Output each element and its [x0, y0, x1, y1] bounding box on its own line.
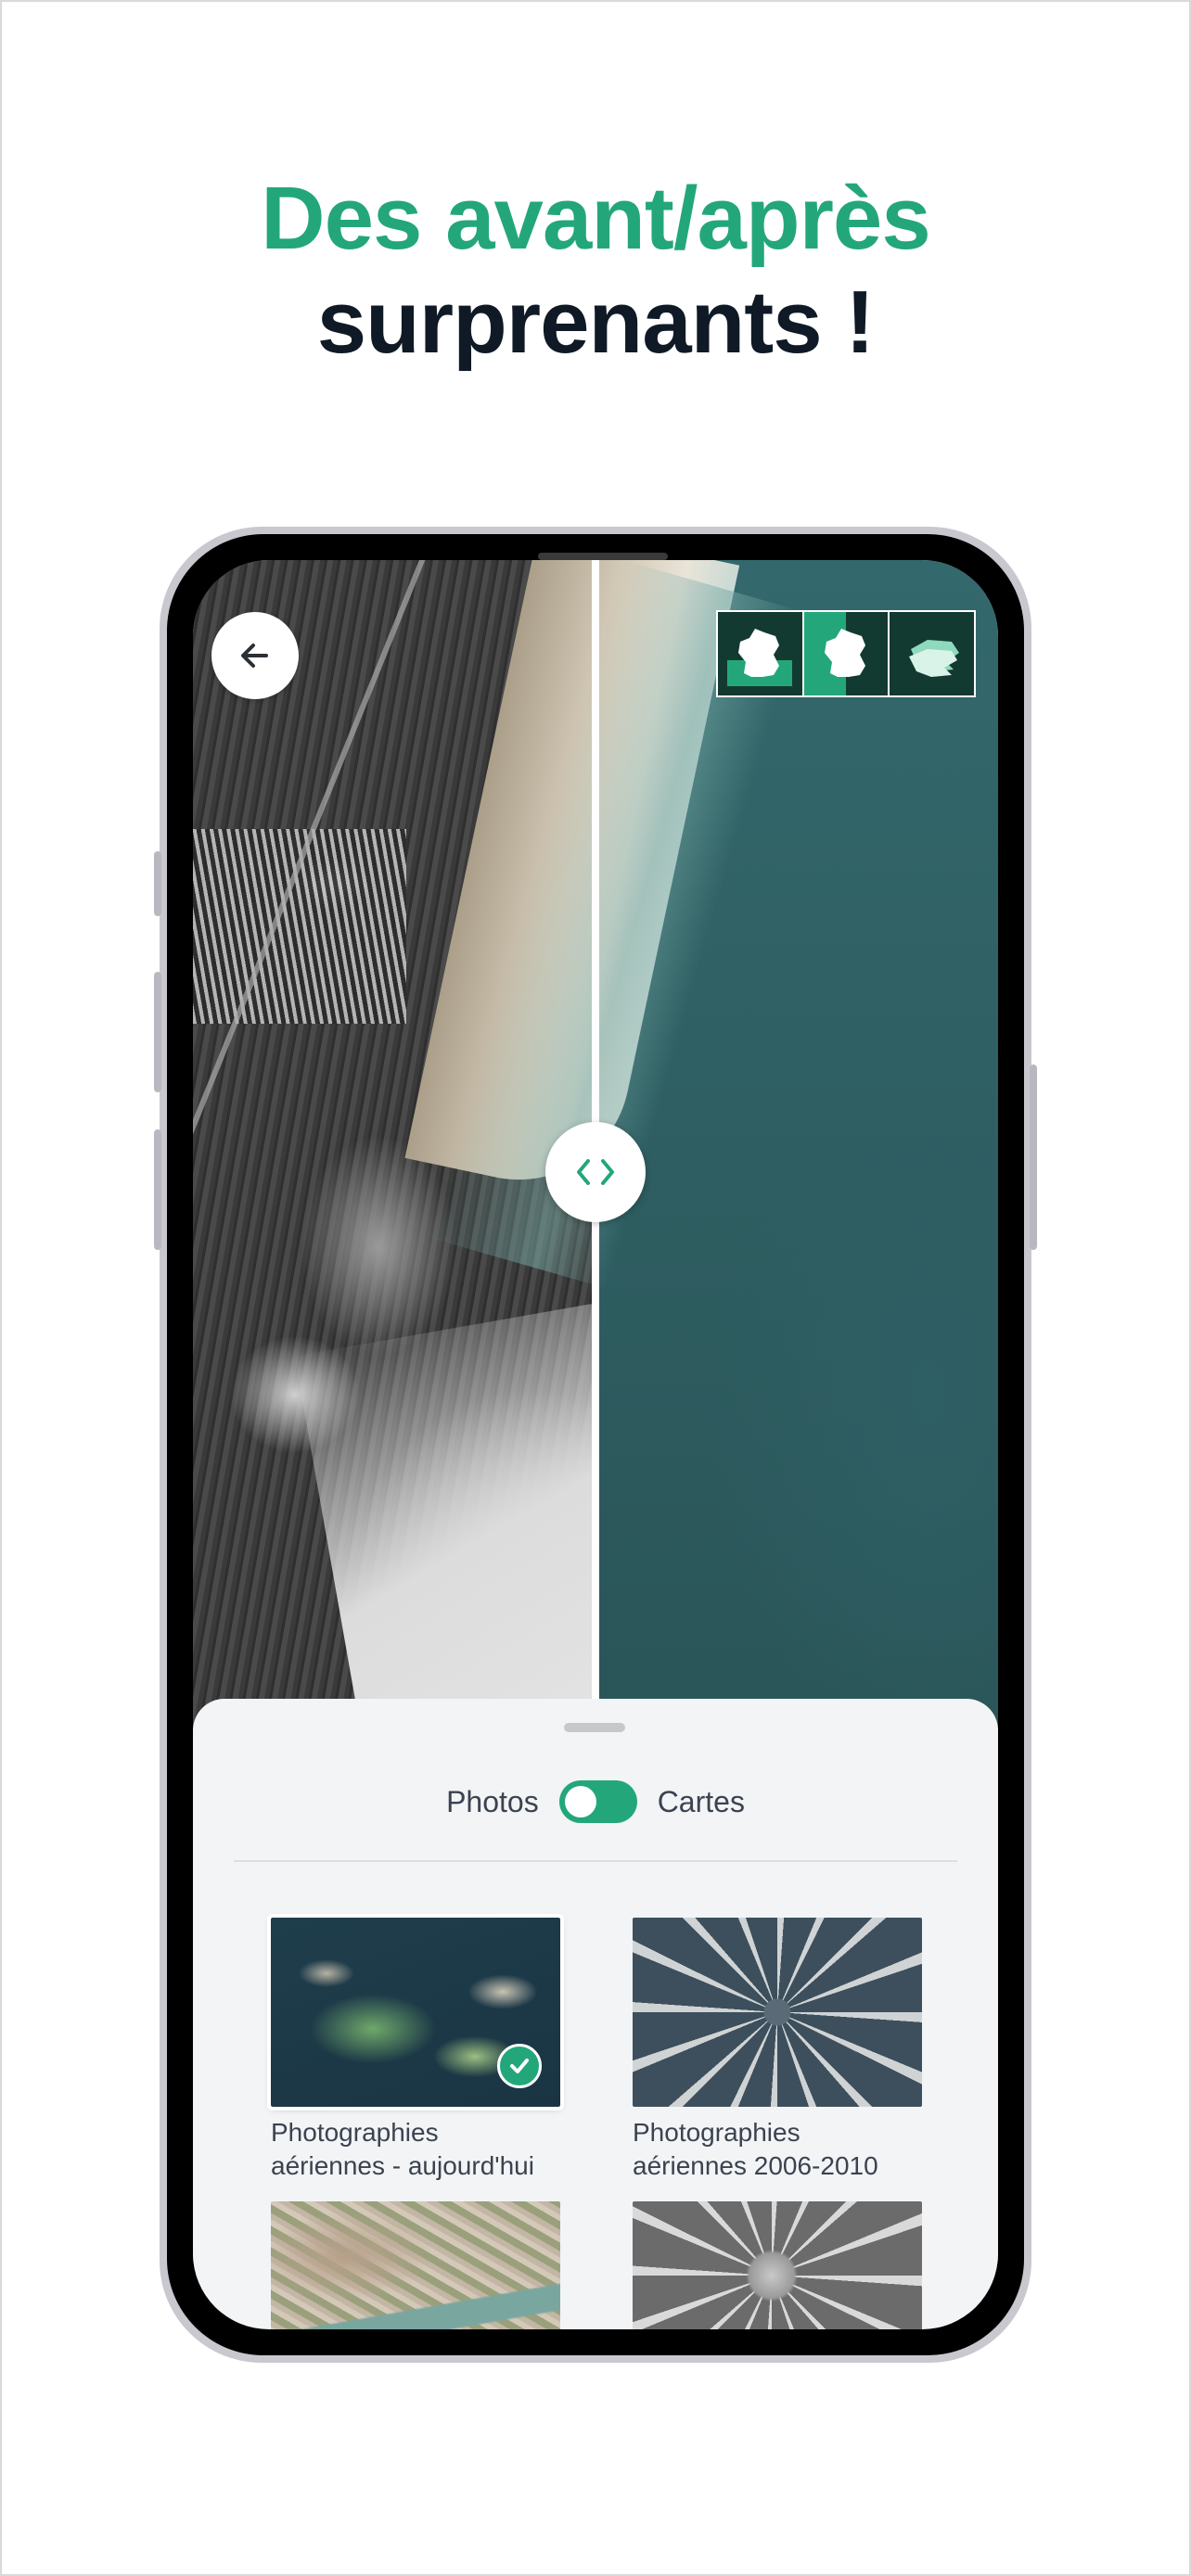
territory-option-mainland[interactable]: [718, 612, 802, 695]
layer-thumbnail[interactable]: [271, 2201, 560, 2329]
compare-map[interactable]: [193, 560, 998, 1728]
layers-bottom-sheet: Photos Cartes Photographies aériennes - …: [193, 1699, 998, 2329]
compare-slider-handle[interactable]: [545, 1122, 646, 1222]
layer-thumbnail[interactable]: [633, 2201, 922, 2329]
chevrons-left-right-icon: [577, 1159, 614, 1185]
france-mainland-icon: [727, 629, 793, 686]
sheet-divider: [234, 1860, 957, 1862]
layer-thumbnail[interactable]: [633, 1918, 922, 2107]
phone-mockup: Photos Cartes Photographies aériennes - …: [154, 527, 1037, 2363]
phone-power-button: [1030, 1065, 1037, 1250]
layer-item[interactable]: [633, 2201, 922, 2329]
mode-label-cartes[interactable]: Cartes: [658, 1785, 745, 1819]
layer-thumbnail[interactable]: [267, 1914, 564, 2111]
france-split-icon: [825, 629, 865, 677]
phone-volume-down-button: [154, 1129, 161, 1250]
mode-label-photos[interactable]: Photos: [446, 1785, 539, 1819]
layer-caption: Photographies aériennes - aujourd'hui: [271, 2116, 560, 2183]
phone-volume-up-button: [154, 972, 161, 1092]
phone-side-button: [154, 851, 161, 916]
layer-item[interactable]: Photographies aériennes - aujourd'hui: [267, 1914, 564, 2183]
headline-line-2: surprenants !: [316, 273, 875, 372]
toggle-knob: [564, 1786, 596, 1817]
layer-caption-line-1: Photographies: [271, 2118, 439, 2147]
sheet-grabber[interactable]: [564, 1723, 625, 1732]
arrow-left-icon: [241, 644, 268, 668]
layer-item[interactable]: [271, 2201, 560, 2329]
checkmark-icon: [497, 2044, 542, 2088]
map-after-current-photo: [404, 560, 998, 1728]
layer-item[interactable]: Photographies aériennes 2006-2010: [633, 1918, 922, 2183]
photos-cartes-toggle[interactable]: [558, 1780, 637, 1823]
app-screen: Photos Cartes Photographies aériennes - …: [193, 560, 998, 2329]
france-3d-icon: [908, 640, 959, 677]
back-button[interactable]: [211, 612, 299, 699]
layer-caption-line-2: aériennes 2006-2010: [633, 2151, 878, 2180]
territory-selector: [716, 610, 976, 697]
layer-caption: Photographies aériennes 2006-2010: [633, 2116, 922, 2183]
layer-caption-line-1: Photographies: [633, 2118, 800, 2147]
territory-option-3d[interactable]: [890, 612, 975, 695]
headline-line-1: Des avant/après: [261, 169, 930, 268]
phone-speaker: [538, 553, 668, 560]
mode-switch-row: Photos Cartes: [193, 1779, 998, 1825]
layer-caption-line-2: aériennes - aujourd'hui: [271, 2151, 534, 2180]
territory-option-split[interactable]: [803, 612, 889, 695]
headline: Des avant/après surprenants !: [0, 167, 1191, 375]
